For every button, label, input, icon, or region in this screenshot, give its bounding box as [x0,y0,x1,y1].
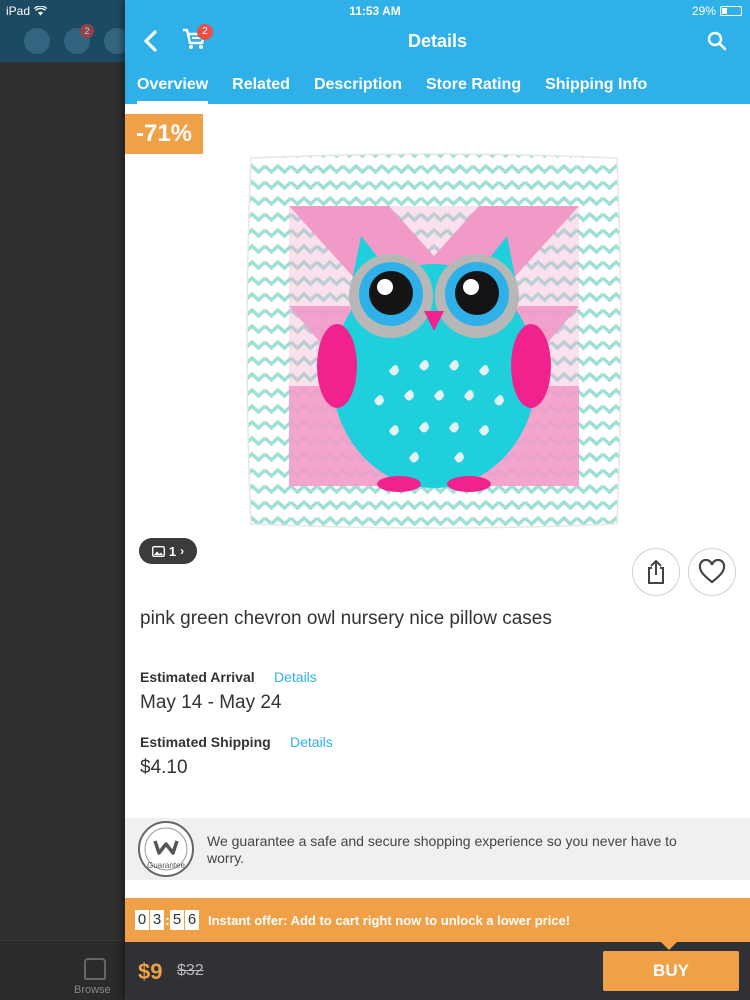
offer-pointer [661,942,677,950]
estimated-shipping-value: $4.10 [140,757,188,778]
globe-icon [24,28,50,54]
product-image[interactable] [239,146,629,536]
timer-digit: 3 [150,910,164,930]
gallery-icon [151,545,165,557]
original-price: $32 [177,962,204,979]
background-cart-icon: 2 [64,24,94,54]
guarantee-text: We guarantee a safe and secure shopping … [207,833,677,866]
page-title: Details [407,31,468,51]
arrival-details-link[interactable]: Details [274,669,317,685]
guarantee-banner: Guarantee We guarantee a safe and secure… [125,818,750,880]
chevron-right-icon: › [180,544,185,558]
product-image-area[interactable]: -71% 1 › [125,104,750,582]
tab-store-rating[interactable]: Store Rating [426,68,533,104]
estimated-arrival-label: Estimated Arrival [140,669,255,685]
home-icon [84,958,106,980]
product-actions [632,548,736,596]
background-cart-badge: 2 [80,24,94,38]
estimated-shipping-label: Estimated Shipping [140,734,271,750]
timer-digit: 6 [185,910,199,930]
share-button[interactable] [632,548,680,596]
timer-digit: 0 [135,910,149,930]
instant-offer-text: Instant offer: Add to cart right now to … [208,912,571,928]
search-icon[interactable] [706,30,728,52]
tab-overview[interactable]: Overview [137,68,220,104]
purchase-bar: $9 $32 BUY [125,942,750,1000]
guarantee-seal-text: Guarantee [147,861,185,870]
image-count: 1 [168,543,177,559]
timer-digit: 5 [170,910,184,930]
battery-icon [720,6,742,16]
browse-tab-label: Browse [74,984,111,996]
battery-percent: 29% [691,4,716,18]
tab-bar: Overview Related Description Store Ratin… [125,68,750,104]
shipping-details-link[interactable]: Details [290,734,333,750]
buy-button[interactable]: BUY [603,951,739,991]
image-count-button[interactable]: 1 › [139,538,197,564]
tab-description[interactable]: Description [314,68,414,104]
guarantee-seal-icon: Guarantee [138,821,194,877]
details-panel: 2 Details Overview Related Description S… [125,0,750,1000]
discount-badge: -71% [125,114,203,154]
wishlist-button[interactable] [688,548,736,596]
estimated-arrival-value: May 14 - May 24 [140,692,282,713]
tab-shipping-info[interactable]: Shipping Info [545,68,659,104]
tab-related[interactable]: Related [232,68,302,104]
clock: 11:53 AM [349,4,401,18]
heart-icon [698,559,726,584]
current-price: $9 [138,959,163,984]
instant-offer-banner[interactable]: 0 3 : 5 6 Instant offer: Add to cart rig… [125,898,750,942]
share-icon [648,560,664,584]
status-bar: iPad 11:53 AM 29% [0,0,750,22]
product-title: pink green chevron owl nursery nice pill… [140,608,552,629]
